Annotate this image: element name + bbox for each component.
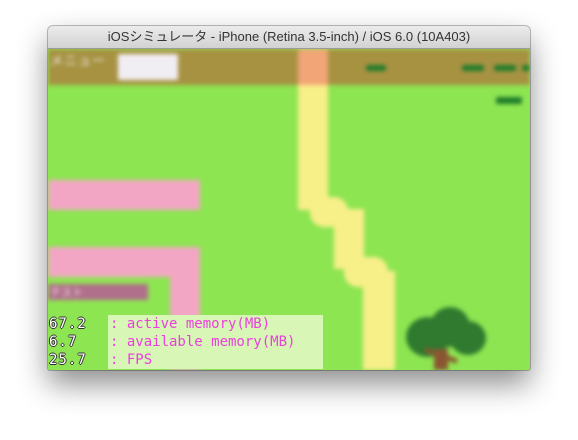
- stat-value: 6.7: [49, 334, 78, 350]
- debug-stats-overlay: 67.2 : active memory(MB) 6.7 : available…: [48, 315, 323, 370]
- window-title: iOSシミュレータ - iPhone (Retina 3.5-inch) / i…: [107, 29, 471, 44]
- hud-indicator: [522, 65, 530, 71]
- stat-value: 25.7: [49, 352, 87, 368]
- tree-icon: [450, 321, 486, 355]
- stat-row-available-memory: 6.7 : available memory(MB): [48, 333, 323, 351]
- stat-label: : active memory(MB): [108, 315, 323, 333]
- stat-label: : FPS: [108, 351, 323, 369]
- road-segment: [298, 85, 328, 210]
- speech-bubble: テスト: [48, 284, 148, 300]
- status-panel: [118, 54, 178, 80]
- stat-label: : available memory(MB): [108, 333, 323, 351]
- hud-indicator: [496, 97, 522, 104]
- pink-path: [48, 180, 200, 210]
- stat-row-active-memory: 67.2 : active memory(MB): [48, 315, 323, 333]
- bubble-text: テスト: [50, 286, 83, 299]
- stat-row-fps: 25.7 : FPS: [48, 351, 323, 369]
- menu-button[interactable]: メニュー: [50, 50, 106, 69]
- game-menubar: メニュー: [48, 49, 530, 85]
- road-segment: [363, 271, 395, 370]
- stat-value: 67.2: [49, 316, 87, 332]
- hud-indicator: [366, 65, 386, 71]
- road-entrance: [298, 49, 328, 85]
- hud-indicator: [462, 65, 484, 71]
- game-screen[interactable]: メニュー テスト 67.2: active memory(MB) 6.7: …: [48, 49, 530, 370]
- hud-indicator: [494, 65, 516, 71]
- simulator-window: iOSシミュレータ - iPhone (Retina 3.5-inch) / i…: [48, 26, 530, 370]
- window-titlebar[interactable]: iOSシミュレータ - iPhone (Retina 3.5-inch) / i…: [48, 26, 530, 49]
